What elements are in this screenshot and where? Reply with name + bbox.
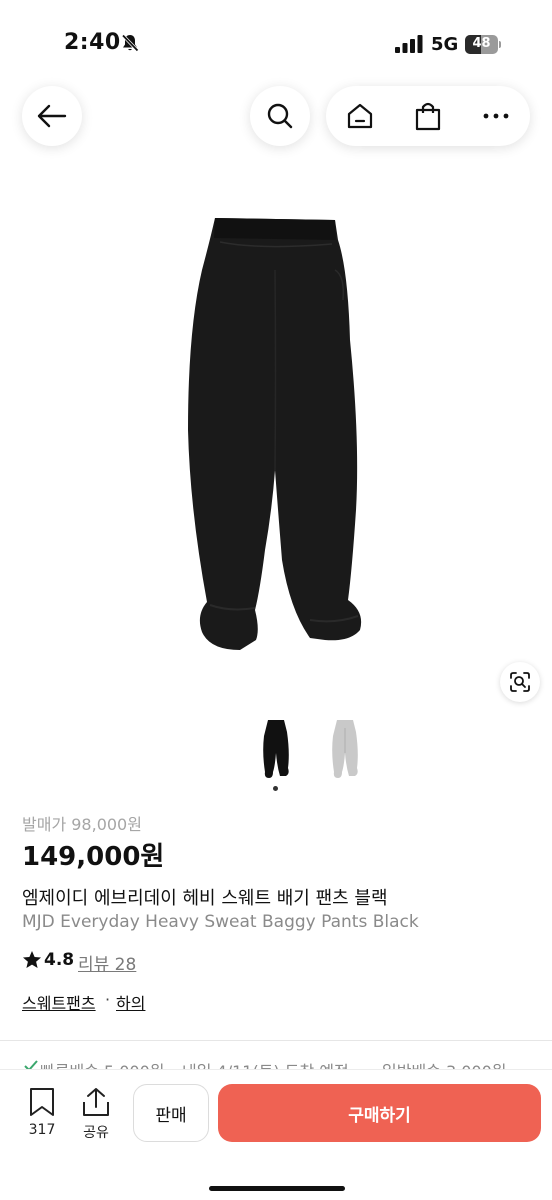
home-icon xyxy=(347,103,373,129)
product-title-ko: 엠제이디 에브리데이 헤비 스웨트 배기 팬츠 블랙 xyxy=(22,888,388,909)
star-icon xyxy=(23,951,41,968)
signal-icon xyxy=(395,35,423,53)
category-separator: · xyxy=(105,990,111,1009)
battery-icon: 48 xyxy=(465,35,501,54)
share-label: 공유 xyxy=(83,1125,109,1141)
thumbnail-gray[interactable] xyxy=(328,718,362,780)
share-icon xyxy=(83,1088,109,1116)
home-button[interactable] xyxy=(326,86,394,146)
category-link-sweatpants[interactable]: 스웨트팬츠 xyxy=(22,990,96,1014)
bookmark-icon xyxy=(30,1088,54,1116)
buy-button[interactable]: 구매하기 xyxy=(218,1084,541,1142)
review-link[interactable]: 리뷰 28 xyxy=(78,950,136,975)
home-indicator xyxy=(209,1186,345,1191)
header-actions xyxy=(326,86,530,146)
shopping-bag-icon xyxy=(415,102,441,131)
back-arrow-icon xyxy=(37,104,67,128)
divider xyxy=(0,1040,552,1041)
thumbnail-black[interactable] xyxy=(259,718,293,780)
network-label: 5G xyxy=(431,34,459,55)
carousel-indicator xyxy=(273,786,278,791)
image-search-button[interactable] xyxy=(500,662,540,702)
more-button[interactable] xyxy=(462,86,530,146)
rating-value: 4.8 xyxy=(44,950,75,970)
lens-icon xyxy=(510,672,530,692)
battery-level: 48 xyxy=(472,36,491,51)
bottom-action-bar: 317 공유 판매 구매하기 xyxy=(0,1069,552,1200)
sell-button[interactable]: 판매 xyxy=(133,1084,209,1142)
bell-slash-icon xyxy=(121,34,139,52)
product-image xyxy=(188,218,362,650)
original-price: 발매가 98,000원 xyxy=(22,815,142,834)
search-button[interactable] xyxy=(250,86,310,146)
price: 149,000원 xyxy=(22,842,165,872)
bookmark-button[interactable]: 317 xyxy=(20,1087,64,1141)
more-icon xyxy=(483,113,509,119)
bookmark-count: 317 xyxy=(28,1122,56,1138)
search-icon xyxy=(267,103,293,129)
back-button[interactable] xyxy=(22,86,82,146)
status-bar: 2:40 5G 48 xyxy=(0,0,552,80)
share-button[interactable]: 공유 xyxy=(74,1087,118,1141)
category-link-bottoms[interactable]: 하의 xyxy=(116,990,145,1014)
cart-button[interactable] xyxy=(394,86,462,146)
product-title-en: MJD Everyday Heavy Sweat Baggy Pants Bla… xyxy=(22,912,419,932)
status-time: 2:40 xyxy=(64,30,121,55)
